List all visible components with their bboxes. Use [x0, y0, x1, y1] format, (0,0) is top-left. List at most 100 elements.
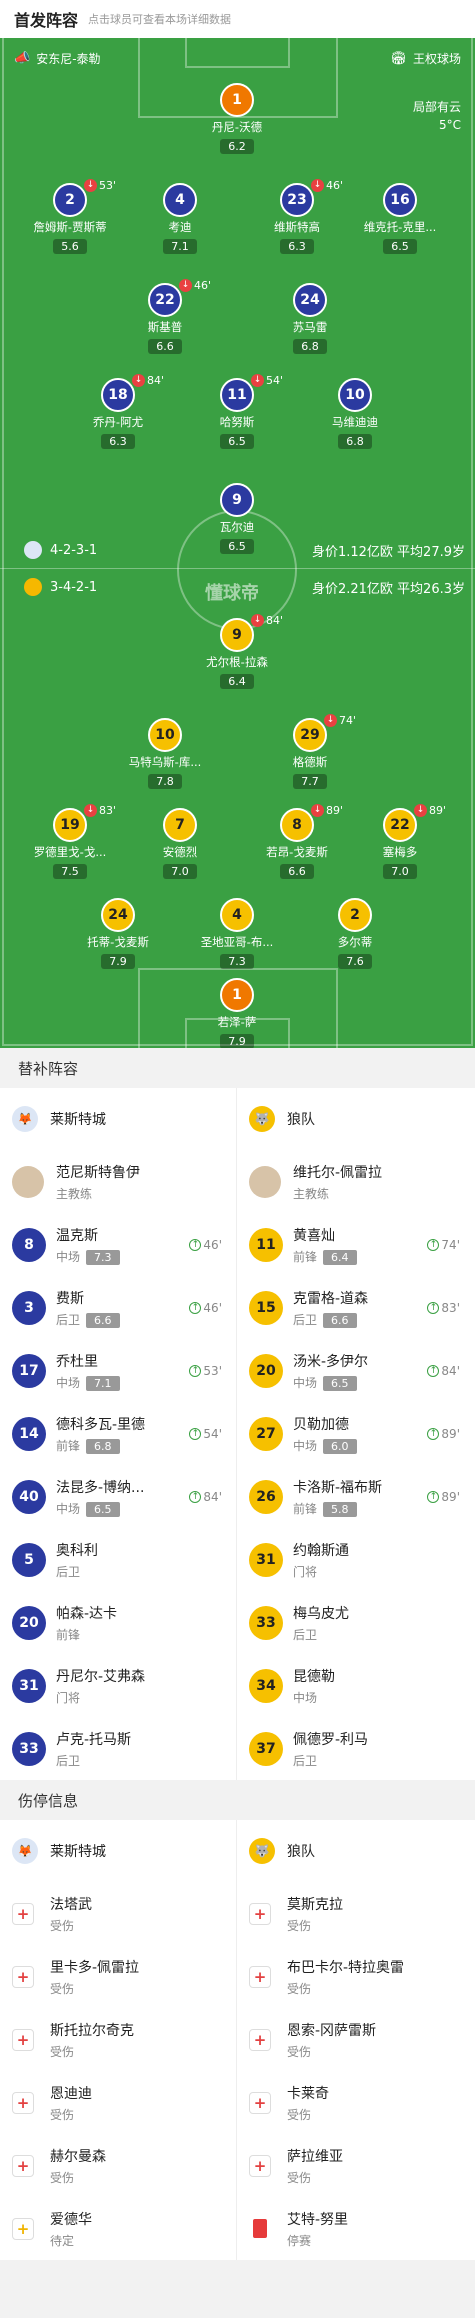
away-injury-row[interactable]: + 布巴卡尔-特拉奥雷 受伤	[237, 1945, 474, 2008]
sub-position: 中场 6.5	[293, 1374, 368, 1391]
sub-position-text: 中场	[56, 1249, 81, 1264]
away-sub-row[interactable]: 34 昆德勒 中场	[237, 1654, 474, 1717]
home-sub-row[interactable]: 31 丹尼尔-艾弗森 门将	[0, 1654, 236, 1717]
player-rating: 5.6	[53, 239, 87, 254]
home-injury-row[interactable]: + 法塔武 受伤	[0, 1882, 236, 1945]
injury-cross-icon: +	[249, 1965, 271, 1988]
away-injury-row[interactable]: + 卡莱奇 受伤	[237, 2071, 474, 2134]
away-player[interactable]: 7 安德烈 7.0	[130, 808, 230, 879]
home-sub-row[interactable]: 20 帕森-达卡 前锋	[0, 1591, 236, 1654]
home-sub-row[interactable]: 33 卢克-托马斯 后卫	[0, 1717, 236, 1780]
sub-minute: 46'	[194, 279, 212, 292]
away-sub-row[interactable]: 20 汤米-多伊尔 中场 6.5 ↑ 84'	[237, 1339, 474, 1402]
away-injury-row[interactable]: 艾特-努里 停赛	[237, 2197, 474, 2260]
away-injury-row[interactable]: + 萨拉维亚 受伤	[237, 2134, 474, 2197]
home-sub-row[interactable]: 17 乔杜里 中场 7.1 ↑ 53'	[0, 1339, 236, 1402]
away-player[interactable]: 8 ↓ 89' 若昂-戈麦斯 6.6	[247, 804, 347, 879]
player-rating: 6.5	[220, 434, 254, 449]
away-sub-row[interactable]: 37 佩德罗-利马 后卫	[237, 1717, 474, 1780]
home-player[interactable]: 1 丹尼-沃德 6.2	[187, 83, 287, 154]
home-injury-row[interactable]: + 里卡多-佩雷拉 受伤	[0, 1945, 236, 2008]
sub-name: 佩德罗-利马	[293, 1731, 369, 1748]
home-sub-row[interactable]: 14 德科多瓦-里德 前锋 6.8 ↑ 54'	[0, 1402, 236, 1465]
away-sub-row[interactable]: 15 克雷格-道森 后卫 6.6 ↑ 83'	[237, 1276, 474, 1339]
sub-name: 乔杜里	[56, 1353, 98, 1370]
sub-out-icon: ↓	[179, 279, 192, 292]
home-injury-row[interactable]: + 爱德华 待定	[0, 2197, 236, 2260]
home-player[interactable]: 18 ↓ 84' 乔丹-阿尤 6.3	[68, 374, 168, 449]
injury-info: 布巴卡尔-特拉奥雷 受伤	[287, 1957, 404, 1997]
home-sub-row[interactable]: 3 费斯 后卫 6.6 ↑ 46'	[0, 1276, 236, 1339]
injury-home-team[interactable]: 🦊 莱斯特城	[0, 1820, 236, 1882]
sub-info: 帕森-达卡 前锋	[56, 1603, 117, 1643]
away-player[interactable]: 2 多尔蒂 7.6	[305, 898, 405, 969]
away-player[interactable]: 10 马特乌斯-库... 7.8	[115, 718, 215, 789]
home-player[interactable]: 23 ↓ 46' 维斯特高 6.3	[247, 179, 347, 254]
sub-in-icon: ↑	[427, 1238, 440, 1251]
away-player[interactable]: 29 ↓ 74' 格德斯 7.7	[260, 714, 360, 789]
sub-number-badge: 26	[249, 1479, 283, 1514]
away-player[interactable]: 1 若泽-萨 7.9	[187, 978, 287, 1048]
sub-in-indicator: ↑ 89'	[427, 1490, 460, 1504]
injury-info: 恩迪迪 受伤	[50, 2083, 92, 2123]
away-coach[interactable]: 维托尔-佩雷拉 主教练	[237, 1150, 474, 1213]
player-rating: 7.9	[101, 954, 135, 969]
home-injury-row[interactable]: + 赫尔曼森 受伤	[0, 2134, 236, 2197]
subs-away-team[interactable]: 🐺 狼队	[237, 1088, 474, 1150]
away-sub-row[interactable]: 11 黄喜灿 前锋 6.4 ↑ 74'	[237, 1213, 474, 1276]
injury-table: 🦊 莱斯特城 + 法塔武 受伤 + 里卡多-佩雷拉 受伤 + 斯托拉尔奇克 受伤 + 恩迪迪 受伤 + 赫…	[0, 1820, 475, 2260]
injury-info: 萨拉维亚 受伤	[287, 2146, 343, 2186]
injury-player-name: 里卡多-佩雷拉	[50, 1959, 140, 1976]
sub-info: 卢克-托马斯 后卫	[56, 1729, 131, 1769]
sub-in-indicator: ↑ 74'	[427, 1238, 460, 1252]
sub-in-minute: 46'	[203, 1300, 222, 1315]
injury-player-name: 爱德华	[50, 2211, 92, 2228]
sub-rating: 6.8	[86, 1438, 120, 1454]
home-sub-row[interactable]: 40 法昆多-博纳... 中场 6.5 ↑ 84'	[0, 1465, 236, 1528]
home-sub-row[interactable]: 5 奥科利 后卫	[0, 1528, 236, 1591]
subs-home-column: 🦊 莱斯特城 范尼斯特鲁伊 主教练 8 温克斯 中场 7.3 ↑ 46' 3 费斯 后卫 6.6 ↑ 4…	[0, 1088, 237, 1780]
home-player[interactable]: 2 ↓ 53' 詹姆斯-贾斯蒂 5.6	[20, 179, 120, 254]
away-injury-row[interactable]: + 恩索-冈萨雷斯 受伤	[237, 2008, 474, 2071]
away-player[interactable]: 24 托蒂-戈麦斯 7.9	[68, 898, 168, 969]
away-sub-row[interactable]: 26 卡洛斯-福布斯 前锋 5.8 ↑ 89'	[237, 1465, 474, 1528]
away-formation: 3-4-2-1	[24, 578, 97, 596]
home-injury-row[interactable]: + 恩迪迪 受伤	[0, 2071, 236, 2134]
player-name: 圣地亚哥-布...	[200, 935, 274, 949]
sub-position: 后卫	[293, 1752, 368, 1769]
home-player[interactable]: 9 瓦尔迪 6.5	[187, 483, 287, 554]
away-sub-row[interactable]: 33 梅乌皮尤 后卫	[237, 1591, 474, 1654]
sub-name: 奥科利	[56, 1542, 98, 1559]
home-player[interactable]: 10 马维迪迪 6.8	[305, 378, 405, 449]
away-player[interactable]: 9 ↓ 84' 尤尔根-拉森 6.4	[187, 614, 287, 689]
player-number-badge: 10	[148, 718, 182, 752]
sub-number-badge: 5	[12, 1542, 46, 1577]
home-player[interactable]: 4 考迪 7.1	[130, 183, 230, 254]
home-sub-row[interactable]: 8 温克斯 中场 7.3 ↑ 46'	[0, 1213, 236, 1276]
subs-home-team[interactable]: 🦊 莱斯特城	[0, 1088, 236, 1150]
sub-out-icon: ↓	[251, 374, 264, 387]
home-player[interactable]: 24 苏马雷 6.8	[260, 283, 360, 354]
sub-in-icon: ↑	[189, 1301, 202, 1314]
sub-number-badge: 20	[12, 1605, 46, 1640]
injury-away-team[interactable]: 🐺 狼队	[237, 1820, 474, 1882]
home-coach[interactable]: 范尼斯特鲁伊 主教练	[0, 1150, 236, 1213]
wolves-logo-icon: 🐺	[249, 1838, 275, 1864]
sub-minute: 46'	[326, 179, 344, 192]
home-player[interactable]: 22 ↓ 46' 斯基普 6.6	[115, 279, 215, 354]
home-injury-row[interactable]: + 斯托拉尔奇克 受伤	[0, 2008, 236, 2071]
away-player[interactable]: 22 ↓ 89' 塞梅多 7.0	[350, 804, 450, 879]
away-player[interactable]: 4 圣地亚哥-布... 7.3	[187, 898, 287, 969]
top-goal-box	[185, 38, 290, 68]
away-player[interactable]: 19 ↓ 83' 罗德里戈-戈... 7.5	[20, 804, 120, 879]
sub-name: 卡洛斯-福布斯	[293, 1479, 383, 1496]
sub-in-icon: ↑	[427, 1490, 440, 1503]
sub-in-minute: 89'	[441, 1426, 460, 1441]
away-sub-row[interactable]: 27 贝勒加德 中场 6.0 ↑ 89'	[237, 1402, 474, 1465]
home-player[interactable]: 11 ↓ 54' 哈努斯 6.5	[187, 374, 287, 449]
home-player[interactable]: 16 维克托-克里... 6.5	[350, 183, 450, 254]
away-injury-row[interactable]: + 莫斯克拉 受伤	[237, 1882, 474, 1945]
injury-player-name: 艾特-努里	[287, 2211, 349, 2228]
sub-in-icon: ↑	[427, 1301, 440, 1314]
away-sub-row[interactable]: 31 约翰斯通 门将	[237, 1528, 474, 1591]
